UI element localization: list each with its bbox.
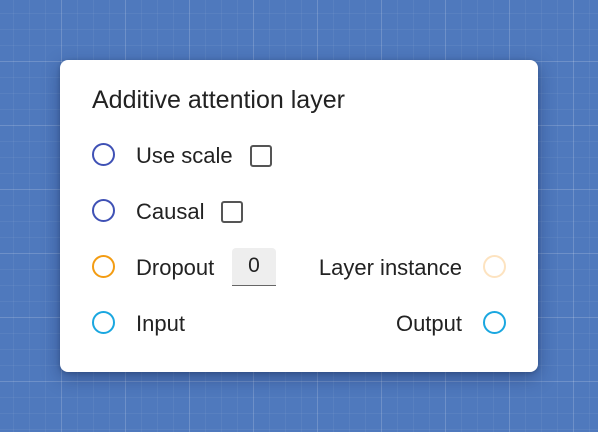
use-scale-row: Use scale	[60, 140, 538, 172]
dropout-number-input[interactable]: 0	[232, 248, 276, 286]
causal-label: Causal	[136, 199, 205, 224]
dropout-input-socket[interactable]	[92, 255, 115, 278]
dropout-row: Dropout 0 Layer instance	[60, 248, 538, 286]
input-label: Input	[136, 311, 185, 336]
output-label: Output	[395, 311, 462, 336]
node-title: Additive attention layer	[92, 86, 345, 114]
use-scale-label: Use scale	[136, 143, 233, 168]
io-row: Input Output	[60, 308, 538, 340]
input-socket[interactable]	[92, 311, 115, 334]
additive-attention-node[interactable]: Additive attention layer Use scale Causa…	[60, 60, 538, 372]
causal-input-socket[interactable]	[92, 199, 115, 222]
use-scale-input-socket[interactable]	[92, 143, 115, 166]
use-scale-checkbox[interactable]	[250, 145, 272, 167]
layer-instance-label: Layer instance	[318, 255, 462, 280]
dropout-label: Dropout	[136, 255, 215, 280]
causal-row: Causal	[60, 196, 538, 228]
layer-instance-output-socket[interactable]	[483, 255, 506, 278]
causal-checkbox[interactable]	[221, 201, 243, 223]
output-socket[interactable]	[483, 311, 506, 334]
